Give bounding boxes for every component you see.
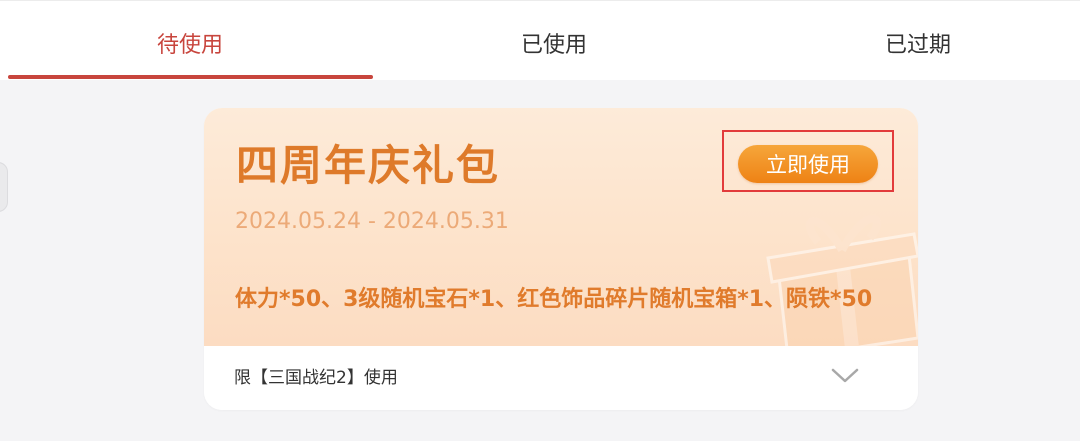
coupon-card-footer[interactable]: 限【三国战纪2】使用 xyxy=(204,346,918,410)
coupon-title: 四周年庆礼包 xyxy=(236,141,501,190)
coupon-page: 待使用 已使用 已过期 四周年庆礼包 2024.05.24 - 2024.05.… xyxy=(0,0,1080,441)
usage-limit-text: 限【三国战纪2】使用 xyxy=(234,368,398,388)
tab-expired[interactable]: 已过期 xyxy=(736,1,1080,81)
use-now-button[interactable]: 立即使用 xyxy=(738,145,878,183)
coupon-card: 四周年庆礼包 2024.05.24 - 2024.05.31 体力*50、3级随… xyxy=(204,108,918,410)
chevron-down-icon[interactable] xyxy=(830,366,860,386)
tab-used[interactable]: 已使用 xyxy=(372,1,736,81)
coupon-date-range: 2024.05.24 - 2024.05.31 xyxy=(235,209,509,234)
gift-box-icon xyxy=(766,214,918,346)
coupon-description: 体力*50、3级随机宝石*1、红色饰品碎片随机宝箱*1、陨铁*50 xyxy=(235,287,873,312)
active-tab-indicator xyxy=(8,75,373,79)
coupon-card-header: 四周年庆礼包 2024.05.24 - 2024.05.31 体力*50、3级随… xyxy=(204,108,918,346)
tab-bar: 待使用 已使用 已过期 xyxy=(0,0,1080,80)
tab-unused[interactable]: 待使用 xyxy=(8,1,372,81)
side-handle[interactable] xyxy=(0,162,8,212)
